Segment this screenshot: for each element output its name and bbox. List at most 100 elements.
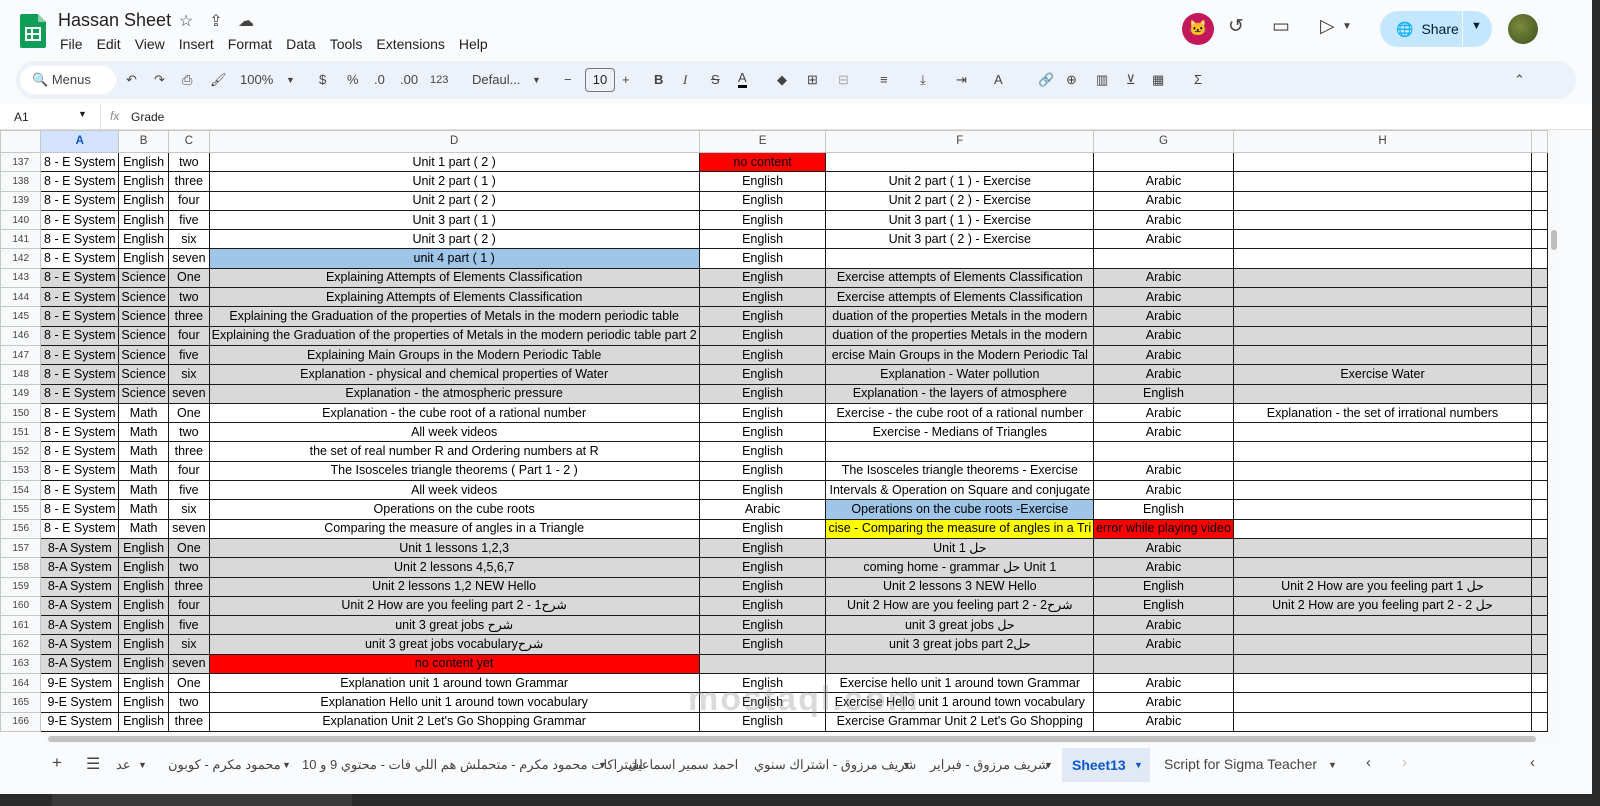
cell[interactable]: Science <box>118 325 170 346</box>
cell[interactable] <box>1531 402 1548 424</box>
cell[interactable]: Exercise - Medians of Triangles <box>825 422 1095 443</box>
cell[interactable] <box>1232 692 1533 713</box>
cell[interactable]: Arabic <box>1093 402 1234 424</box>
cell[interactable]: Exercise attempts of Elements Classifica… <box>825 267 1095 289</box>
cell[interactable]: English <box>698 248 827 269</box>
cell[interactable]: Math <box>118 499 170 520</box>
cell[interactable] <box>1531 441 1548 462</box>
row-header[interactable]: 142 <box>0 248 42 269</box>
cell[interactable] <box>1531 711 1548 732</box>
cell[interactable]: five <box>168 615 210 636</box>
row-header[interactable]: 143 <box>0 267 42 289</box>
column-header-extra[interactable] <box>1531 130 1548 153</box>
cell[interactable]: 8 - E System <box>40 422 120 443</box>
cell[interactable]: Arabic <box>1093 306 1234 327</box>
cell[interactable]: Explanation unit 1 around town Grammar <box>208 673 700 694</box>
cell[interactable]: The Isosceles triangle theorems ( Part 1… <box>208 460 700 482</box>
cell[interactable]: All week videos <box>208 480 700 501</box>
cell[interactable]: 8 - E System <box>40 325 120 346</box>
cell[interactable]: English <box>118 576 170 597</box>
cell[interactable] <box>1531 267 1548 289</box>
merge-cells-icon[interactable]: ⊟ <box>838 71 849 89</box>
cell[interactable]: Explanation - Water pollution <box>825 364 1095 385</box>
cell[interactable]: Arabic <box>1093 190 1234 211</box>
cell[interactable]: 8 - E System <box>40 480 120 501</box>
cell[interactable]: Math <box>118 460 170 482</box>
row-header[interactable]: 154 <box>0 480 42 501</box>
cell[interactable] <box>1232 171 1533 192</box>
insert-chart-icon[interactable]: ▥ <box>1096 71 1108 89</box>
cell[interactable] <box>1232 711 1533 732</box>
cell[interactable]: 8-A System <box>40 595 120 617</box>
cell[interactable]: Arabic <box>1093 615 1234 636</box>
cell[interactable] <box>1531 151 1548 173</box>
cell[interactable]: 8 - E System <box>40 518 120 539</box>
cell[interactable]: duation of the properties Metals in the … <box>825 306 1095 327</box>
cell[interactable]: English <box>698 537 827 559</box>
column-header-d[interactable]: D <box>208 130 700 153</box>
cell[interactable]: Explanation - the layers of atmosphere <box>825 383 1095 404</box>
collapse-toolbar-icon[interactable]: ⌃ <box>1514 71 1525 89</box>
row-header[interactable]: 152 <box>0 441 42 462</box>
meet-icon[interactable]: ▷ <box>1320 15 1335 38</box>
cell[interactable]: Unit 2 part ( 1 ) - Exercise <box>825 171 1095 192</box>
cell[interactable]: English <box>118 537 170 559</box>
cell[interactable] <box>1531 518 1548 539</box>
cell[interactable]: Unit 3 part ( 1 ) - Exercise <box>825 209 1095 231</box>
cell[interactable]: three <box>168 171 210 192</box>
cell[interactable]: English <box>118 151 170 173</box>
cell[interactable]: Unit 1 lessons 1,2,3 <box>208 537 700 559</box>
sheet-tab-active[interactable]: Sheet13 ▼ <box>1062 748 1150 782</box>
paint-format-icon[interactable]: 🖌 <box>210 71 227 89</box>
cell[interactable] <box>1531 460 1548 482</box>
cell[interactable]: English <box>118 711 170 732</box>
cell[interactable]: English <box>698 634 827 655</box>
row-header[interactable]: 158 <box>0 557 42 578</box>
cell[interactable]: two <box>168 557 210 578</box>
cell[interactable]: English <box>698 190 827 211</box>
cell[interactable]: English <box>118 229 170 250</box>
cell[interactable] <box>1232 383 1533 404</box>
account-avatar[interactable] <box>1508 14 1538 44</box>
row-header[interactable]: 141 <box>0 229 42 250</box>
print-icon[interactable]: ⎙ <box>182 71 192 89</box>
sheet-tab-dropdown-icon[interactable]: ▼ <box>138 760 147 770</box>
cell[interactable]: One <box>168 402 210 424</box>
cell[interactable]: Explanation - the set of irrational numb… <box>1232 402 1533 424</box>
cell[interactable] <box>1232 441 1533 462</box>
cell[interactable]: English <box>698 383 827 404</box>
cell[interactable] <box>1531 615 1548 636</box>
cell[interactable]: English <box>698 267 827 289</box>
cell-table[interactable]: ABCDEFGH 137 8 - E System English two Unit 1… <box>0 130 1548 732</box>
row-header[interactable]: 160 <box>0 595 42 617</box>
cell[interactable]: English <box>118 692 170 713</box>
cell[interactable]: English <box>698 441 827 462</box>
menu-insert[interactable]: Insert <box>179 36 214 52</box>
row-header[interactable]: 147 <box>0 344 42 366</box>
decrease-font-icon[interactable]: − <box>564 71 572 89</box>
cell[interactable]: English <box>698 595 827 617</box>
cell[interactable]: Explanation - physical and chemical prop… <box>208 364 700 385</box>
functions-icon[interactable]: Σ <box>1194 71 1202 89</box>
cell[interactable] <box>825 151 1095 173</box>
scroll-tabs-right-icon[interactable]: › <box>1402 754 1407 771</box>
sheet-tab-5[interactable]: شريف مرزوق - اشتراك سنوي <box>754 757 916 773</box>
cell[interactable]: three <box>168 576 210 597</box>
cell[interactable]: English <box>698 422 827 443</box>
cell[interactable] <box>1093 151 1234 173</box>
cell[interactable]: Arabic <box>1093 634 1234 655</box>
cell[interactable]: English <box>118 209 170 231</box>
cell[interactable]: English <box>698 287 827 308</box>
version-history-icon[interactable]: ↺ <box>1228 15 1244 38</box>
filter-views-icon[interactable]: ▦ <box>1152 71 1164 89</box>
cell[interactable]: 8 - E System <box>40 306 120 327</box>
cell[interactable]: Arabic <box>1093 364 1234 385</box>
column-header-c[interactable]: C <box>168 130 210 153</box>
sheet-tab-dropdown-icon[interactable]: ▼ <box>1328 760 1337 770</box>
cell[interactable]: 8-A System <box>40 615 120 636</box>
cell[interactable] <box>1531 673 1548 694</box>
row-header[interactable]: 155 <box>0 499 42 520</box>
cell[interactable]: 8 - E System <box>40 248 120 269</box>
comments-icon[interactable]: ▭ <box>1272 15 1290 38</box>
row-header[interactable]: 139 <box>0 190 42 211</box>
